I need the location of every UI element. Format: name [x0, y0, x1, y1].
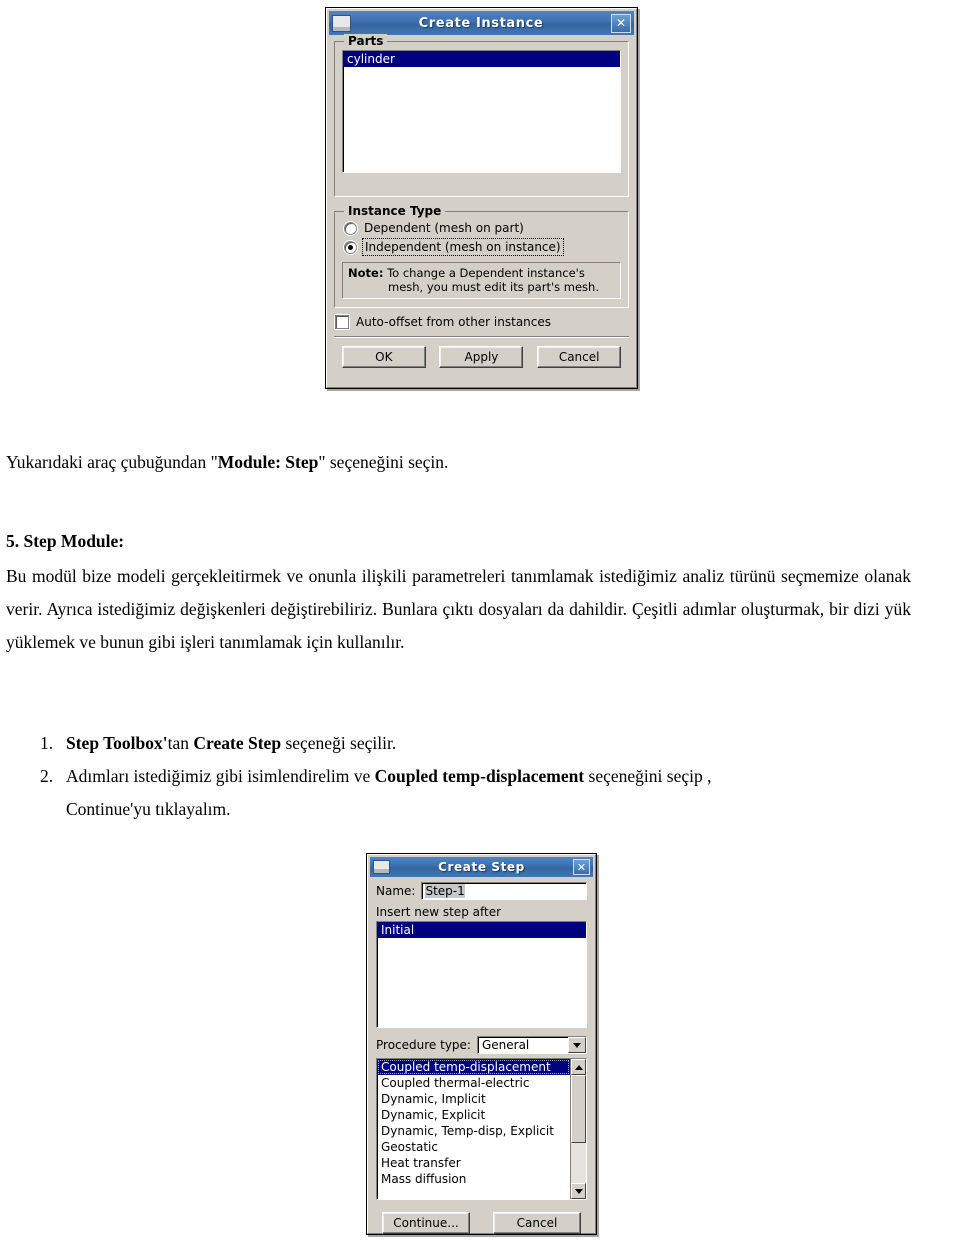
ok-button[interactable]: OK — [341, 346, 426, 368]
list-item[interactable]: Mass diffusion — [377, 1171, 570, 1187]
procedure-list-scrollbar[interactable] — [570, 1059, 586, 1199]
window-icon — [373, 860, 390, 874]
caption-pre: Yukarıdaki araç çubuğundan " — [6, 452, 218, 472]
list-item: 2. Adımları istediğimiz gibi isimlendire… — [40, 760, 940, 826]
list-item[interactable]: Initial — [377, 922, 586, 938]
divider — [334, 336, 629, 338]
cancel-button[interactable]: Cancel — [537, 346, 622, 368]
radio-dependent[interactable]: Dependent (mesh on part) — [344, 221, 621, 235]
step1-bold-2: Create Step — [193, 733, 282, 753]
list-item[interactable]: cylinder — [343, 51, 620, 67]
procedure-listbox[interactable]: Coupled temp-displacement Coupled therma… — [376, 1058, 587, 1200]
step-name-value: Step-1 — [425, 884, 465, 898]
radio-icon-independent[interactable] — [344, 240, 357, 254]
scroll-down-icon[interactable] — [571, 1183, 586, 1199]
parts-listbox[interactable]: cylinder — [342, 50, 621, 173]
list-item-text: Adımları istediğimiz gibi isimlendirelim… — [66, 760, 926, 826]
list-item-text: Step Toolbox'tan Create Step seçeneği se… — [66, 727, 396, 760]
close-icon[interactable]: ✕ — [573, 859, 590, 875]
procedure-type-row: Procedure type: General — [376, 1036, 587, 1054]
instance-type-note: Note: To change a Dependent instance's m… — [342, 262, 621, 299]
list-item[interactable]: Coupled temp-displacement — [377, 1059, 570, 1075]
instance-type-group-label: Instance Type — [344, 204, 446, 218]
note-text-1: To change a Dependent instance's — [387, 266, 585, 280]
parts-group-label: Parts — [344, 34, 388, 48]
scroll-up-icon[interactable] — [571, 1059, 586, 1075]
dialog-body: Create Step ✕ Name: Step-1 Insert new st… — [367, 854, 596, 1234]
steps-list: 1. Step Toolbox'tan Create Step seçeneği… — [40, 727, 940, 826]
note-prefix: Note: — [348, 266, 384, 280]
list-item: 1. Step Toolbox'tan Create Step seçeneği… — [40, 727, 940, 760]
step2-text-2: seçeneğini seçip , — [584, 766, 712, 786]
step2-text-1: Adımları istediğimiz gibi isimlendirelim… — [66, 766, 375, 786]
radio-dependent-label: Dependent (mesh on part) — [364, 221, 524, 235]
checkbox-icon-auto-offset[interactable] — [335, 315, 349, 329]
caption-line: Yukarıdaki araç çubuğundan "Module: Step… — [6, 446, 946, 479]
radio-icon-dependent[interactable] — [344, 221, 357, 235]
caption-bold: Module: Step — [217, 452, 319, 472]
scrollbar-thumb[interactable] — [571, 1075, 586, 1143]
list-item[interactable]: Dynamic, Implicit — [377, 1091, 570, 1107]
step1-text-1: tan — [167, 733, 194, 753]
step-name-input[interactable]: Step-1 — [421, 882, 587, 900]
radio-independent-label: Independent (mesh on instance) — [362, 238, 564, 256]
step-name-label: Name: — [376, 884, 416, 898]
create-step-dialog[interactable]: Create Step ✕ Name: Step-1 Insert new st… — [366, 853, 597, 1235]
step1-text-2: seçeneği seçilir. — [281, 733, 397, 753]
create-step-button-row: Continue... Cancel — [370, 1212, 593, 1234]
chevron-down-icon[interactable] — [568, 1037, 586, 1053]
list-item-number: 2. — [40, 766, 54, 786]
create-step-titlebar[interactable]: Create Step ✕ — [370, 857, 593, 877]
dialog-body: Create Instance ✕ Parts cylinder Instanc… — [326, 8, 637, 388]
radio-independent[interactable]: Independent (mesh on instance) — [344, 238, 621, 256]
create-instance-dialog[interactable]: Create Instance ✕ Parts cylinder Instanc… — [325, 7, 638, 389]
note-line-1: Note: To change a Dependent instance's — [348, 266, 615, 280]
list-item[interactable]: Geostatic — [377, 1139, 570, 1155]
list-item[interactable]: Dynamic, Explicit — [377, 1107, 570, 1123]
create-instance-titlebar[interactable]: Create Instance ✕ — [329, 11, 634, 35]
instance-type-groupbox: Instance Type Dependent (mesh on part) I… — [334, 204, 629, 308]
step1-bold-1: Step Toolbox' — [66, 733, 168, 753]
step2-text-3: Continue'yu tıklayalım. — [66, 799, 231, 819]
continue-button[interactable]: Continue... — [382, 1212, 470, 1234]
list-item[interactable]: Heat transfer — [377, 1155, 570, 1171]
procedure-type-select[interactable]: General — [476, 1036, 587, 1054]
caption-post: " seçeneğini seçin. — [318, 452, 449, 472]
procedure-type-label: Procedure type: — [376, 1038, 471, 1052]
close-icon[interactable]: ✕ — [611, 13, 631, 33]
parts-groupbox: Parts cylinder — [334, 34, 629, 197]
create-instance-title: Create Instance — [418, 15, 544, 31]
procedure-list-items: Coupled temp-displacement Coupled therma… — [377, 1059, 570, 1199]
step-name-row: Name: Step-1 — [376, 882, 587, 900]
step2-bold-1: Coupled temp-displacement — [374, 766, 585, 786]
apply-button[interactable]: Apply — [439, 346, 524, 368]
insert-after-label: Insert new step after — [376, 905, 502, 919]
list-item[interactable]: Dynamic, Temp-disp, Explicit — [377, 1123, 570, 1139]
auto-offset-label: Auto-offset from other instances — [356, 315, 552, 329]
create-step-title: Create Step — [438, 860, 525, 874]
list-item-number: 1. — [40, 733, 54, 753]
procedure-type-value: General — [481, 1038, 530, 1052]
step-listbox[interactable]: Initial — [376, 921, 587, 1028]
auto-offset-row[interactable]: Auto-offset from other instances — [335, 315, 634, 329]
list-item[interactable]: Coupled thermal-electric — [377, 1075, 570, 1091]
body-paragraph: Bu modül bize modeli gerçekleitirmek ve … — [6, 566, 911, 652]
scrollbar-track-space[interactable] — [571, 1143, 586, 1183]
page-title: 5. Step Module: — [6, 531, 125, 551]
window-icon — [332, 14, 351, 32]
note-line-2: mesh, you must edit its part's mesh. — [388, 280, 599, 294]
cancel-button[interactable]: Cancel — [493, 1212, 581, 1234]
create-instance-button-row: OK Apply Cancel — [329, 346, 634, 368]
